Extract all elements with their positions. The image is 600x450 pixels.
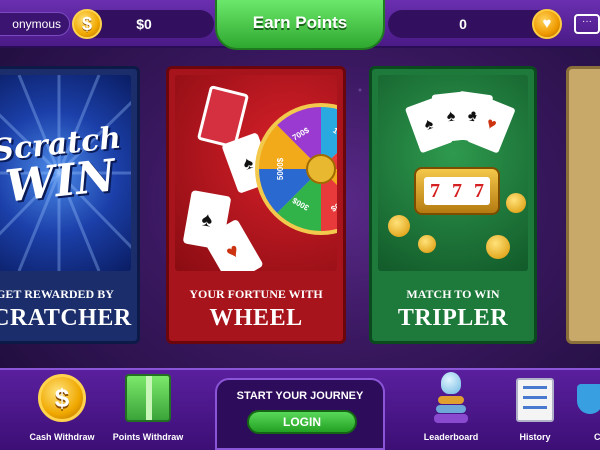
start-journey-panel: START YOUR JOURNEY LOGIN	[215, 378, 385, 450]
login-button[interactable]: LOGIN	[247, 410, 357, 434]
wheel-label: 5000$	[276, 157, 285, 180]
partial-nav-label: C	[594, 432, 600, 442]
trophy-icon	[434, 372, 468, 424]
slot-machine: 7 7 7	[414, 167, 500, 215]
fortune-wheel-graphic: 100$1000$2000$300$5000$700$	[255, 103, 337, 235]
slot-reels: 7 7 7	[424, 177, 490, 205]
username-pill[interactable]: onymous	[0, 12, 70, 36]
points-balance: 0 ♥	[388, 9, 562, 39]
checklist-icon	[516, 378, 554, 422]
reel-1: 7	[430, 179, 440, 202]
wheel-title: WHEEL	[209, 305, 303, 331]
points-value: 0	[459, 16, 467, 32]
earn-points-label: Earn Points	[252, 13, 348, 32]
shield-icon	[577, 384, 600, 414]
scratcher-card[interactable]: Scratch WIN GET REWARDED BY SCRATCHER	[0, 66, 140, 344]
next-game-card[interactable]	[566, 66, 600, 344]
gift-box-icon	[125, 374, 171, 422]
dollar-coin-icon: $	[38, 374, 86, 422]
wheel-subtitle: YOUR FORTUNE WITH	[189, 287, 323, 301]
leaderboard-label: Leaderboard	[423, 432, 479, 442]
cash-balance: $ $0	[72, 9, 214, 39]
scratcher-subtitle: GET REWARDED BY	[0, 287, 114, 301]
heart-coin-icon: ♥	[532, 9, 562, 39]
playing-cards-fan: ♠ ♠ ♣ ♥	[404, 90, 516, 154]
scratcher-title: SCRATCHER	[0, 305, 132, 331]
scratch-win-logo: Scratch WIN	[0, 120, 123, 213]
tripler-card[interactable]: ♠ ♠ ♣ ♥ 7 7 7 MATCH TO WIN TRIPLER	[369, 66, 537, 344]
cash-withdraw-label: Cash Withdraw	[29, 432, 95, 442]
scratcher-art: Scratch WIN	[0, 75, 131, 271]
reel-3: 7	[474, 179, 484, 202]
tripler-subtitle: MATCH TO WIN	[406, 287, 500, 301]
history-button[interactable]: History	[487, 370, 583, 450]
tripler-art: ♠ ♠ ♣ ♥ 7 7 7	[378, 75, 528, 271]
points-withdraw-label: Points Withdraw	[112, 432, 184, 442]
wheel-art: ♠ ♠ ♥ 100$ 1000$ 2000$ 300$ 5000$ 700$	[175, 75, 337, 271]
chat-bubble-icon[interactable]: ···	[574, 14, 600, 34]
reel-2: 7	[452, 179, 462, 202]
start-journey-title: START YOUR JOURNEY	[236, 390, 364, 402]
cash-withdraw-button[interactable]: $ Cash Withdraw	[14, 370, 110, 450]
tripler-title: TRIPLER	[397, 305, 509, 331]
history-label: History	[519, 432, 551, 442]
leaderboard-button[interactable]: Leaderboard	[403, 370, 499, 450]
partial-nav-button[interactable]: C	[570, 370, 600, 450]
points-withdraw-button[interactable]: Points Withdraw	[100, 370, 196, 450]
earn-points-tab[interactable]: Earn Points	[215, 0, 385, 50]
wheel-card[interactable]: ♠ ♠ ♥ 100$ 1000$ 2000$ 300$ 5000$ 700$ YOUR F…	[166, 66, 346, 344]
username-label: onymous	[12, 17, 61, 31]
cash-value: $0	[136, 16, 152, 32]
